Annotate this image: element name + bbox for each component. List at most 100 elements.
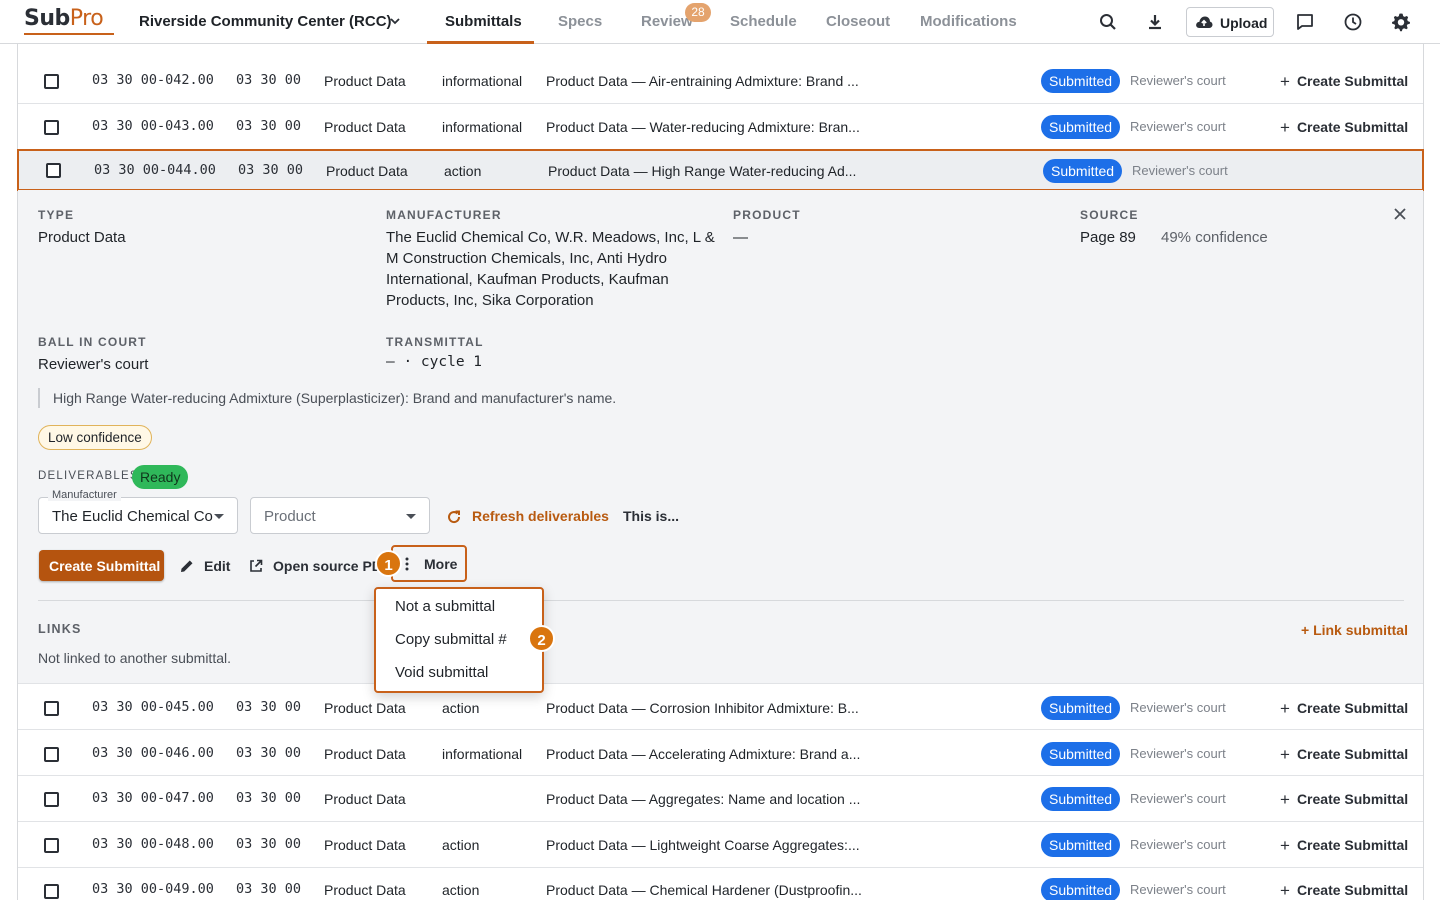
- submittal-kind: informational: [442, 746, 523, 762]
- table-row[interactable]: 03 30 00-047.00 03 30 00 Product Data Pr…: [18, 776, 1423, 822]
- menu-item-copy-submittal-number[interactable]: Copy submittal #: [395, 631, 507, 648]
- link-submittal-button[interactable]: + Link submittal: [1301, 622, 1408, 638]
- table-row[interactable]: 03 30 00-043.00 03 30 00 Product Data in…: [18, 104, 1423, 150]
- submittal-type: Product Data: [326, 163, 408, 179]
- logo-main: Sub: [24, 6, 70, 31]
- row-checkbox[interactable]: [44, 838, 59, 853]
- submittal-type: Product Data: [324, 882, 406, 898]
- row-checkbox[interactable]: [44, 792, 59, 807]
- manufacturer-select[interactable]: The Euclid Chemical Co: [38, 497, 238, 534]
- row-checkbox[interactable]: [44, 884, 59, 899]
- spec-section: 03 30 00: [236, 745, 302, 761]
- not-linked-text: Not linked to another submittal.: [38, 650, 231, 666]
- create-submittal-link[interactable]: + Create Submittal: [1280, 118, 1408, 138]
- more-button[interactable]: More: [391, 545, 467, 582]
- create-submittal-link[interactable]: + Create Submittal: [1280, 836, 1408, 856]
- this-is-button[interactable]: This is...: [623, 508, 679, 524]
- submittal-title[interactable]: Product Data — Accelerating Admixture: B…: [546, 746, 860, 762]
- manufacturer-line: International, Kaufman Products, Kaufman: [386, 271, 669, 288]
- create-submittal-label: Create Submittal: [1296, 119, 1409, 135]
- submittal-title[interactable]: Product Data — Water-reducing Admixture:…: [546, 119, 860, 135]
- create-submittal-label: Create Submittal: [1296, 746, 1409, 762]
- row-checkbox[interactable]: [44, 701, 59, 716]
- open-source-pdf-label: Open source PDF: [273, 558, 378, 574]
- tab-closeout[interactable]: Closeout: [826, 13, 890, 30]
- submittals-table: 03 30 00-042.00 03 30 00 Product Data in…: [17, 44, 1424, 900]
- app-logo[interactable]: SubPro: [24, 6, 104, 31]
- gear-icon[interactable]: [1391, 12, 1411, 32]
- tab-modifications[interactable]: Modifications: [920, 13, 1017, 30]
- row-checkbox[interactable]: [44, 74, 59, 89]
- submittal-kind: action: [442, 700, 480, 716]
- create-submittal-label: Create Submittal: [1296, 882, 1409, 898]
- submittal-title[interactable]: Product Data — Lightweight Coarse Aggreg…: [546, 837, 860, 853]
- menu-item-void-submittal[interactable]: Void submittal: [395, 664, 488, 681]
- create-submittal-link[interactable]: + Create Submittal: [1280, 699, 1408, 719]
- submittal-detail-panel: TYPE Product Data MANUFACTURER The Eucli…: [18, 190, 1423, 684]
- create-submittal-link[interactable]: + Create Submittal: [1280, 881, 1408, 900]
- upload-button[interactable]: Upload: [1186, 7, 1274, 37]
- logo-accent: Pro: [69, 6, 104, 31]
- plus-icon: +: [1280, 790, 1290, 809]
- table-row[interactable]: 03 30 00-048.00 03 30 00 Product Data ac…: [18, 822, 1423, 868]
- submittal-type: Product Data: [324, 73, 406, 89]
- spec-section: 03 30 00: [238, 162, 304, 178]
- upload-label: Upload: [1220, 15, 1268, 31]
- active-tab-indicator: [427, 41, 534, 44]
- close-icon[interactable]: [1392, 206, 1408, 222]
- create-submittal-label: Create Submittal: [1296, 700, 1409, 716]
- ball-in-court: Reviewer's court: [1130, 119, 1226, 134]
- caret-down-icon: [214, 514, 224, 519]
- tab-schedule[interactable]: Schedule: [730, 13, 797, 30]
- source-excerpt: High Range Water-reducing Admixture (Sup…: [38, 388, 616, 408]
- submittal-kind: action: [442, 882, 480, 898]
- status-badge: Submitted: [1041, 787, 1121, 811]
- product-select[interactable]: Product: [250, 497, 430, 534]
- tab-submittals[interactable]: Submittals: [445, 13, 522, 30]
- submittal-type: Product Data: [324, 700, 406, 716]
- chevron-down-icon[interactable]: [388, 14, 402, 28]
- submittal-title[interactable]: Product Data — Chemical Hardener (Dustpr…: [546, 882, 862, 898]
- submittal-title[interactable]: Product Data — Corrosion Inhibitor Admix…: [546, 700, 859, 716]
- product-value: —: [733, 229, 748, 246]
- source-label: SOURCE: [1080, 208, 1139, 222]
- links-label: LINKS: [38, 622, 82, 636]
- download-icon[interactable]: [1145, 12, 1165, 32]
- create-submittal-link[interactable]: + Create Submittal: [1280, 72, 1408, 92]
- create-submittal-button[interactable]: Create Submittal: [39, 550, 164, 581]
- submittal-title[interactable]: Product Data — Aggregates: Name and loca…: [546, 791, 860, 807]
- submittal-title[interactable]: Product Data — Air-entraining Admixture:…: [546, 73, 859, 89]
- table-row[interactable]: 03 30 00-045.00 03 30 00 Product Data ac…: [18, 684, 1423, 730]
- history-icon[interactable]: [1343, 12, 1363, 32]
- row-checkbox[interactable]: [44, 747, 59, 762]
- external-link-icon: [250, 559, 263, 572]
- more-vertical-icon: [405, 557, 409, 571]
- status-badge: Submitted: [1041, 742, 1121, 766]
- submittal-kind: action: [442, 837, 480, 853]
- manufacturer-line: Products, Inc, Sika Corporation: [386, 292, 594, 309]
- open-source-pdf-button[interactable]: Open source PDF: [248, 558, 378, 578]
- ball-in-court-value: Reviewer's court: [38, 356, 149, 373]
- tab-specs[interactable]: Specs: [558, 13, 602, 30]
- create-submittal-link[interactable]: + Create Submittal: [1280, 790, 1408, 810]
- table-row[interactable]: 03 30 00-049.00 03 30 00 Product Data ac…: [18, 868, 1423, 900]
- table-row[interactable]: 03 30 00-042.00 03 30 00 Product Data in…: [18, 58, 1423, 104]
- pencil-icon: [181, 560, 193, 572]
- project-selector[interactable]: Riverside Community Center (RCC): [139, 13, 392, 30]
- menu-item-not-a-submittal[interactable]: Not a submittal: [395, 598, 495, 615]
- source-page[interactable]: Page 89: [1080, 227, 1136, 248]
- refresh-deliverables-label: Refresh deliverables: [472, 508, 609, 524]
- table-row[interactable]: 03 30 00-046.00 03 30 00 Product Data in…: [18, 730, 1423, 776]
- row-checkbox[interactable]: [44, 120, 59, 135]
- submittal-title[interactable]: Product Data — High Range Water-reducing…: [548, 163, 856, 179]
- product-select-placeholder: Product: [264, 508, 316, 525]
- comment-icon[interactable]: [1295, 12, 1315, 32]
- row-checkbox[interactable]: [46, 163, 61, 178]
- search-icon[interactable]: [1098, 12, 1118, 32]
- table-row-selected[interactable]: 03 30 00-044.00 03 30 00 Product Data ac…: [17, 149, 1424, 191]
- create-submittal-label: Create Submittal: [1296, 791, 1409, 807]
- manufacturer-line: M Construction Chemicals, Inc, Anti Hydr…: [386, 250, 667, 267]
- create-submittal-link[interactable]: + Create Submittal: [1280, 745, 1408, 765]
- plus-icon: +: [1280, 699, 1290, 718]
- spec-section: 03 30 00: [236, 836, 302, 852]
